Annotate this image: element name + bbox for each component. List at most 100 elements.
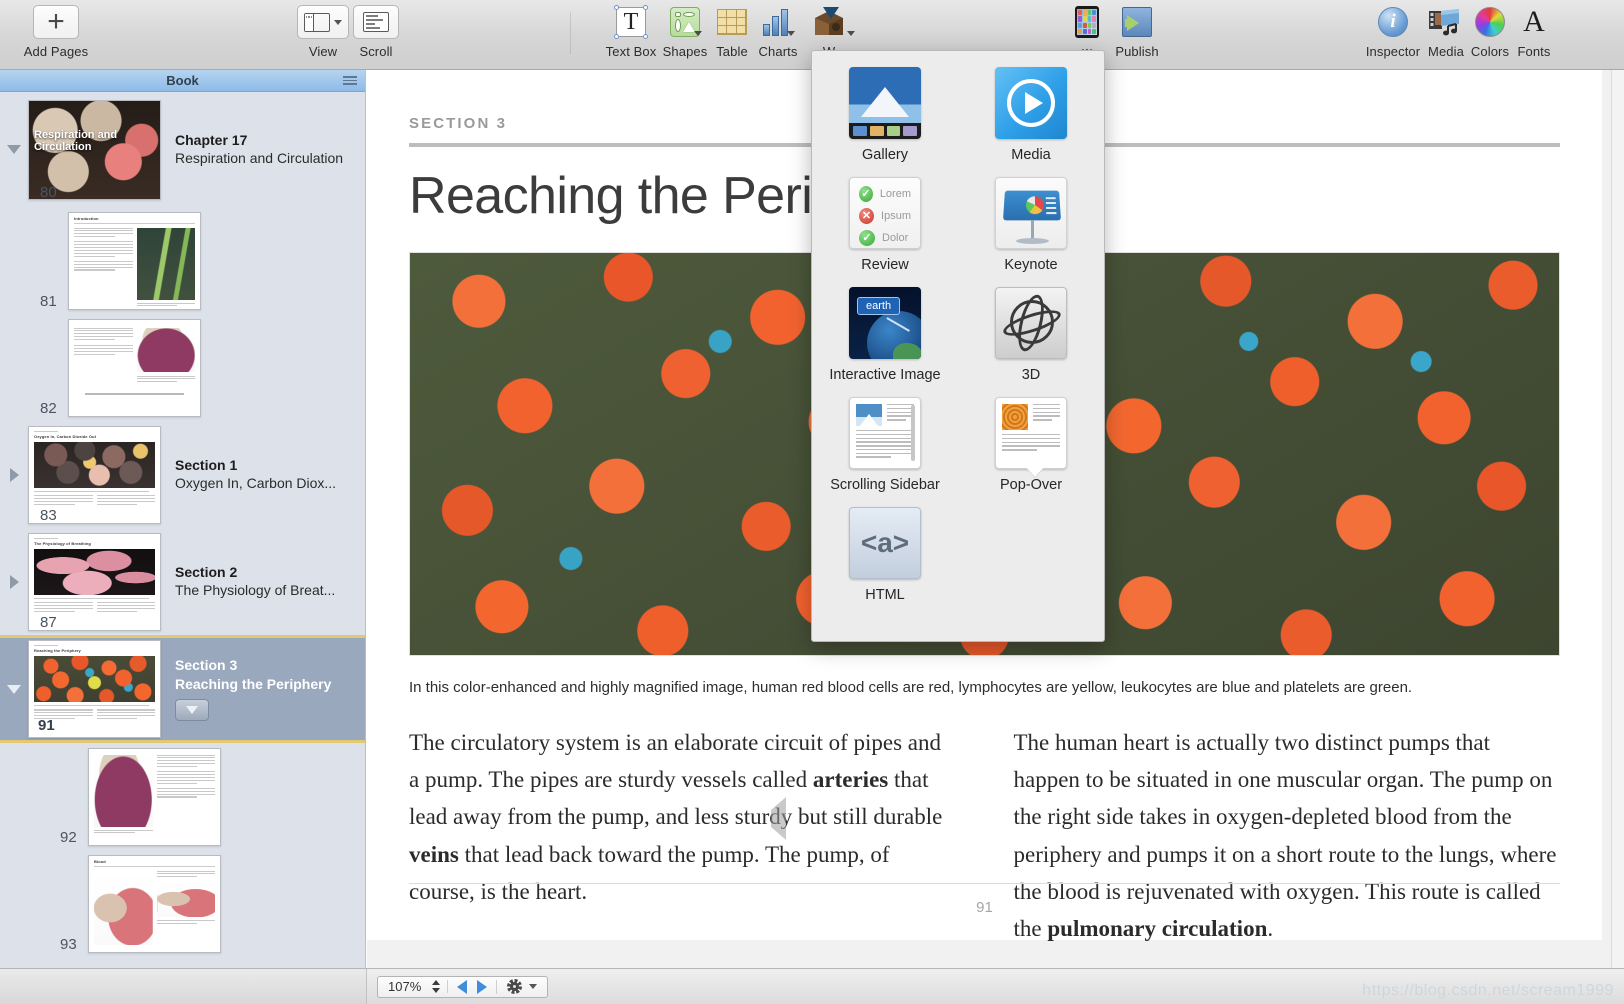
- page-thumbnail[interactable]: [68, 319, 201, 417]
- widget-scrolling-sidebar[interactable]: Scrolling Sidebar: [825, 397, 945, 493]
- widgets-grid: Gallery Media ✓ Lorem ✕ Ipsum ✓ Dolor Re…: [812, 67, 1104, 603]
- thumbnail-caption: Oxygen In, Carbon Dioxide Out: [29, 434, 160, 439]
- page-nav-buttons: [448, 980, 497, 994]
- widget-gallery-label: Gallery: [862, 147, 908, 163]
- review-item-label: Dolor: [882, 232, 908, 244]
- widget-interactive-image[interactable]: earth Interactive Image: [825, 287, 945, 383]
- gear-icon: [507, 979, 522, 994]
- widget-html[interactable]: <a> HTML: [825, 507, 945, 603]
- thumbnail-caption: Blood: [89, 856, 220, 864]
- widget-3d-label: 3D: [1022, 367, 1041, 383]
- sidebar-row-text: Chapter 17 Respiration and Circulation: [175, 132, 343, 168]
- image-caption: In this color-enhanced and highly magnif…: [409, 678, 1560, 698]
- sidebar-row-subtitle: Reaching the Periphery: [175, 675, 331, 693]
- thumbnail-caption: Reaching the Periphery: [29, 648, 160, 653]
- toolbar-publish[interactable]: Publish: [1099, 4, 1175, 59]
- sidebar-row-page-82[interactable]: 82: [0, 314, 365, 421]
- toolbar-divider: [570, 12, 571, 54]
- page-number: 82: [40, 400, 57, 417]
- check-icon: ✓: [859, 230, 875, 246]
- check-icon: ✓: [859, 186, 873, 202]
- toolbar-publish-label: Publish: [1115, 44, 1158, 59]
- canvas-vertical-scrollbar[interactable]: [1611, 70, 1624, 968]
- sidebar-row-text: Section 1 Oxygen In, Carbon Diox...: [175, 457, 336, 493]
- sidebar-header-title: Book: [166, 73, 199, 88]
- page-thumbnail[interactable]: Blood: [88, 855, 221, 953]
- widget-box-svg: [809, 5, 849, 39]
- widget-review[interactable]: ✓ Lorem ✕ Ipsum ✓ Dolor Review: [825, 177, 945, 273]
- disclosure-triangle-right-icon[interactable]: [0, 575, 28, 589]
- sidebar-row-section-1[interactable]: Oxygen In, Carbon Dioxide Out Section 1 …: [0, 421, 365, 528]
- sidebar-header: Book: [0, 70, 365, 92]
- page-footer-rule: [409, 883, 1560, 884]
- sidebar-row-title: Section 1: [175, 457, 336, 475]
- toolbar-view-label: View: [309, 44, 337, 59]
- status-bar: 107% https://blog.csdn.net/scream1999: [0, 968, 1624, 1004]
- zoom-level-value[interactable]: 107%: [378, 979, 429, 994]
- page-thumbnail[interactable]: [88, 748, 221, 846]
- previous-page-arrow[interactable]: [771, 810, 797, 836]
- widget-box-icon: [809, 4, 849, 40]
- sidebar-row-page-92[interactable]: 92: [0, 743, 365, 850]
- sidebar-row-section-2[interactable]: The Physiology of Breathing Section 2 Th…: [0, 528, 365, 635]
- widget-review-label: Review: [861, 257, 909, 273]
- chevron-down-icon: [529, 984, 537, 989]
- add-page-dropdown-button[interactable]: [175, 699, 209, 721]
- page-thumbnail[interactable]: Introduction: [68, 212, 201, 310]
- widget-keynote-label: Keynote: [1004, 257, 1057, 273]
- widget-media-label: Media: [1011, 147, 1051, 163]
- toolbar-scroll[interactable]: Scroll: [338, 4, 414, 59]
- sidebar-row-subtitle: The Physiology of Breat...: [175, 581, 335, 599]
- charts-icon: [763, 4, 793, 40]
- widget-media[interactable]: Media: [971, 67, 1091, 163]
- review-checklist-icon: ✓ Lorem ✕ Ipsum ✓ Dolor: [849, 177, 921, 249]
- html-code-icon: <a>: [849, 507, 921, 579]
- widget-keynote[interactable]: Keynote: [971, 177, 1091, 273]
- three-d-rotate-icon: [995, 287, 1067, 359]
- watermark: https://blog.csdn.net/scream1999: [1362, 982, 1614, 1000]
- gallery-icon: [849, 67, 921, 139]
- page-actions-menu[interactable]: [497, 979, 547, 994]
- sidebar-row-chapter-17[interactable]: Respiration and Circulation Chapter 17 R…: [0, 92, 365, 207]
- sidebar-grip-icon[interactable]: [343, 76, 357, 87]
- disclosure-triangle-right-icon[interactable]: [0, 468, 28, 482]
- sidebar-row-page-93[interactable]: Blood 93: [0, 850, 365, 957]
- widget-html-label: HTML: [865, 587, 904, 603]
- page-number: 81: [40, 293, 57, 310]
- sidebar-row-page-81[interactable]: Introduction: [0, 207, 365, 314]
- disclosure-triangle-down-icon[interactable]: [0, 145, 28, 154]
- next-page-button[interactable]: [477, 980, 487, 994]
- widget-pop-over[interactable]: Pop-Over: [971, 397, 1091, 493]
- sidebar-row-title: Section 3: [175, 657, 331, 675]
- page-number: 83: [40, 507, 57, 524]
- toolbar-fonts-label: Fonts: [1517, 44, 1550, 59]
- html-glyph: <a>: [861, 527, 909, 559]
- toolbar-add-pages-label: Add Pages: [24, 44, 89, 59]
- toolbar-fonts[interactable]: A Fonts: [1496, 4, 1572, 59]
- page-number: 91: [38, 717, 55, 734]
- zoom-control[interactable]: 107%: [377, 976, 548, 998]
- page-number: 92: [60, 829, 77, 846]
- fonts-icon: A: [1523, 4, 1545, 40]
- sidebar-row-text: Section 3 Reaching the Periphery: [175, 657, 331, 721]
- previous-page-button[interactable]: [457, 980, 467, 994]
- widget-3d[interactable]: 3D: [971, 287, 1091, 383]
- widget-gallery[interactable]: Gallery: [825, 67, 945, 163]
- cross-icon: ✕: [859, 208, 874, 224]
- sidebar-row-text: Section 2 The Physiology of Breat...: [175, 564, 335, 600]
- widget-pop-over-label: Pop-Over: [1000, 477, 1062, 493]
- toolbar-add-pages[interactable]: + Add Pages: [18, 4, 94, 59]
- sidebar-row-section-3[interactable]: Reaching the Periphery Section 3 Reachin…: [0, 635, 365, 743]
- sidebar-row-subtitle: Respiration and Circulation: [175, 149, 343, 167]
- keynote-icon: [995, 177, 1067, 249]
- widgets-popover[interactable]: Gallery Media ✓ Lorem ✕ Ipsum ✓ Dolor Re…: [811, 50, 1105, 642]
- publish-icon: [1122, 4, 1152, 40]
- sidebar-row-title: Section 2: [175, 564, 335, 582]
- disclosure-triangle-down-icon[interactable]: [0, 685, 28, 694]
- sidebar-scroll-area[interactable]: Respiration and Circulation Chapter 17 R…: [0, 92, 365, 1004]
- page-folio-number: 91: [367, 899, 1602, 916]
- interactive-image-tag-label: earth: [857, 297, 900, 315]
- toolbar-scroll-label: Scroll: [359, 44, 392, 59]
- page-number: 87: [40, 614, 57, 631]
- zoom-stepper[interactable]: [429, 980, 448, 993]
